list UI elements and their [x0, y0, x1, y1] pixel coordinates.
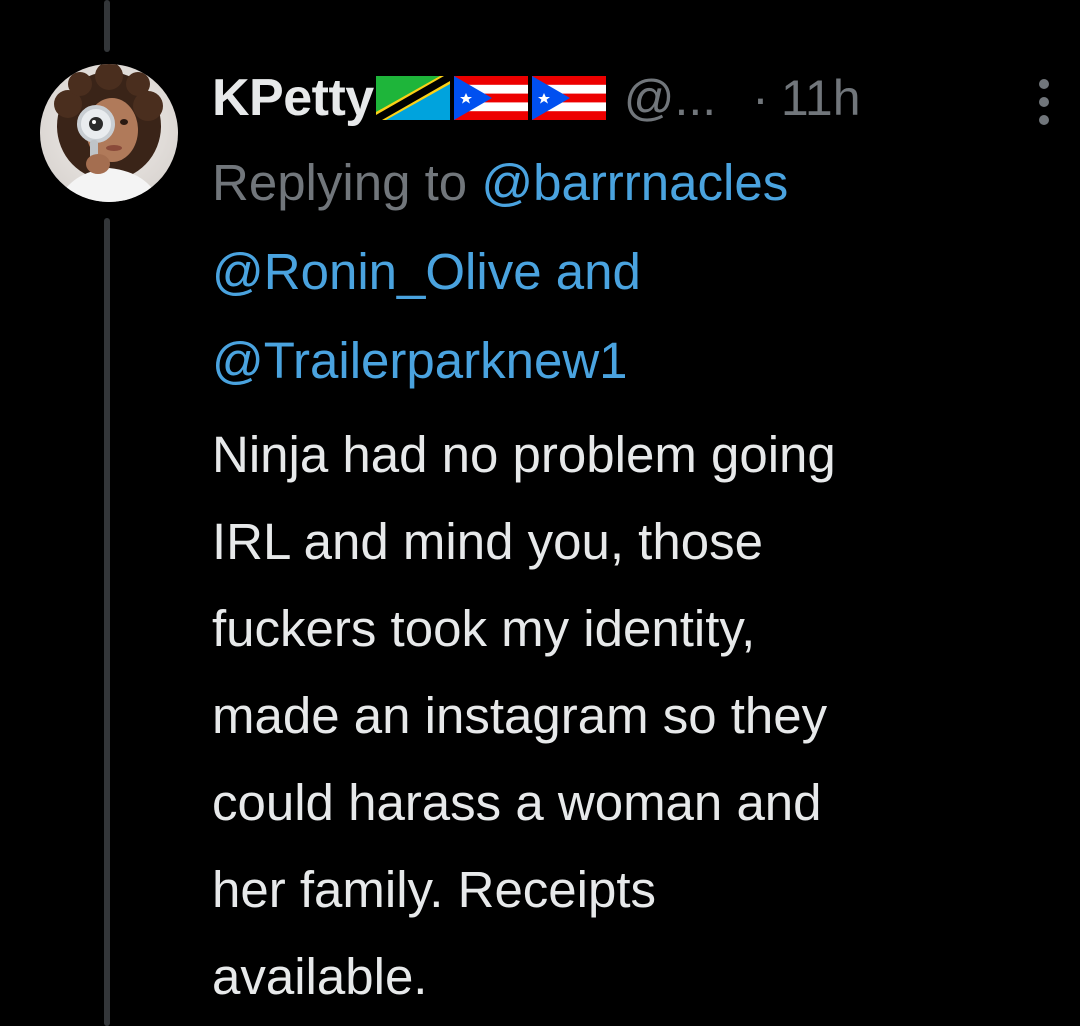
more-vertical-icon[interactable] [1024, 74, 1064, 130]
mention-link[interactable]: @Trailerparknew1 [212, 332, 628, 389]
tweet-header: KPetty @... · 11h [212, 60, 1049, 136]
avatar-image [40, 64, 178, 202]
replying-to-label: Replying to [212, 154, 468, 211]
tweet-body: Ninja had no problem going IRL and mind … [212, 411, 1042, 1020]
tweet-body-line: available. [212, 948, 428, 1005]
display-name[interactable]: KPetty [212, 68, 374, 128]
tweet[interactable]: KPetty @... · 11h Replying to @barrrnacl… [212, 60, 1049, 1020]
mention-link[interactable]: @barrrnacles [481, 154, 788, 211]
puerto-rico-flag-icon [531, 76, 606, 120]
timestamp[interactable]: 11h [781, 69, 861, 127]
tweet-body-line: could harass a woman and [212, 774, 822, 831]
thread-line-bottom [104, 218, 110, 1026]
tanzania-flag-icon [375, 76, 450, 120]
tweet-body-line: her family. Receipts [212, 861, 657, 918]
mention-link[interactable]: @Ronin_Olive [212, 243, 542, 300]
separator-dot: · [752, 70, 769, 126]
mention-and-word: and [555, 243, 641, 300]
tweet-body-line: Ninja had no problem going [212, 426, 836, 483]
flag-emojis [375, 76, 606, 120]
replying-to: Replying to @barrrnacles @Ronin_Olive an… [212, 138, 1042, 405]
tweet-body-line: IRL and mind you, those [212, 513, 763, 570]
tweet-body-line: fuckers took my identity, [212, 600, 756, 657]
avatar[interactable] [40, 64, 178, 202]
thread-line-top [104, 0, 110, 52]
tweet-body-line: made an instagram so they [212, 687, 828, 744]
user-handle[interactable]: @... [624, 69, 716, 127]
puerto-rico-flag-icon [453, 76, 528, 120]
